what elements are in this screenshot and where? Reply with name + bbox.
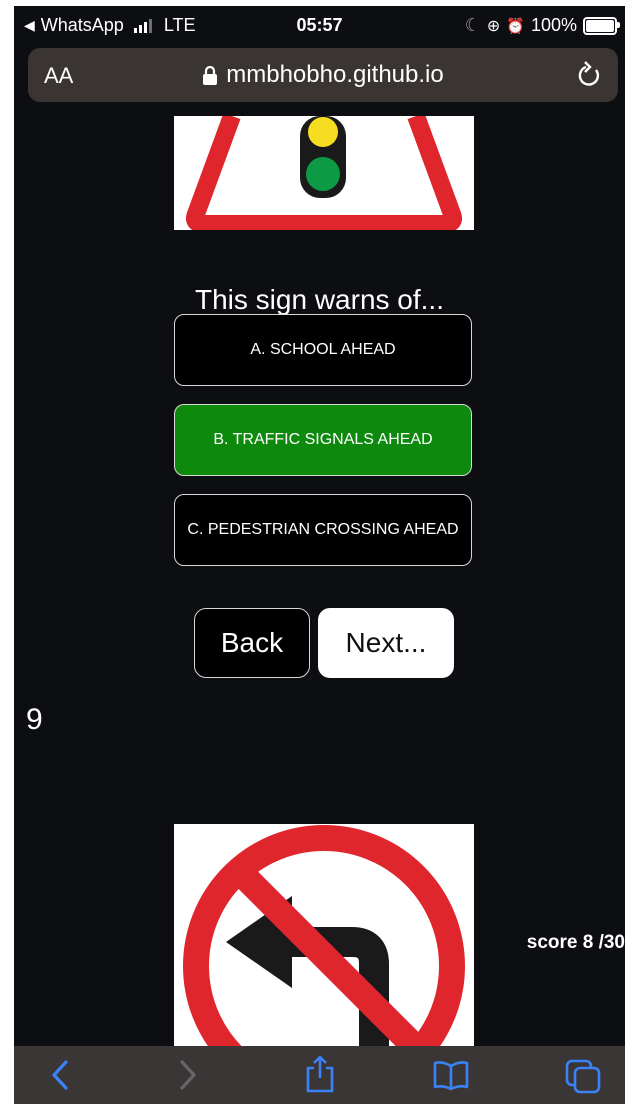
battery-percent: 100% (530, 15, 577, 35)
next-button[interactable]: Next... (318, 608, 454, 678)
phone-screen: ◀ WhatsApp LTE 05:57 ☾ ⊕ ⏰ 100% AA mmbho… (14, 6, 625, 1104)
tabs-icon[interactable] (564, 1058, 602, 1094)
url-display[interactable]: mmbhobho.github.io (28, 61, 618, 89)
lock-icon (203, 65, 218, 85)
share-icon[interactable] (304, 1054, 336, 1094)
score-label: score 8 /30 (526, 932, 625, 953)
moon-icon: ☾ (464, 15, 481, 35)
back-icon[interactable] (48, 1058, 72, 1092)
traffic-signals-sign-image (174, 116, 474, 230)
forward-icon[interactable] (176, 1058, 200, 1092)
option-a-button[interactable]: A. SCHOOL AHEAD (174, 314, 472, 386)
orientation-lock-icon: ⊕ (486, 17, 501, 35)
question-number: 9 (26, 703, 43, 736)
url-text: mmbhobho.github.io (226, 61, 444, 88)
back-button[interactable]: Back (194, 608, 310, 678)
question-text: This sign warns of... (195, 284, 444, 315)
no-left-turn-sign-image (174, 824, 474, 1046)
status-right: ☾ ⊕ ⏰ 100% (464, 15, 620, 36)
battery-icon (583, 16, 620, 35)
alarm-icon: ⏰ (506, 17, 525, 35)
status-bar: ◀ WhatsApp LTE 05:57 ☾ ⊕ ⏰ 100% (14, 6, 625, 44)
bookmarks-icon[interactable] (432, 1058, 470, 1092)
reload-icon[interactable] (576, 60, 604, 90)
option-c-button[interactable]: C. PEDESTRIAN CROSSING AHEAD (174, 494, 472, 566)
address-bar[interactable]: AA mmbhobho.github.io (28, 48, 618, 102)
browser-toolbar (14, 1046, 625, 1104)
option-b-button[interactable]: B. TRAFFIC SIGNALS AHEAD (174, 404, 472, 476)
